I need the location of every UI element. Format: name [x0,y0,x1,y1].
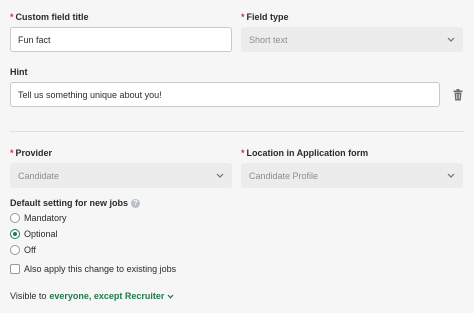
default-setting-label: Default setting for new jobs ? [10,198,141,208]
section-divider [10,131,464,132]
provider-label: * Provider [10,148,53,158]
radio-option-mandatory[interactable]: Mandatory [10,213,67,223]
radio-button[interactable] [10,245,20,255]
trash-icon[interactable] [453,89,463,101]
chevron-down-icon [447,37,455,42]
radio-option-optional[interactable]: Optional [10,229,58,239]
chevron-down-icon [447,173,455,178]
hint-label: Hint [10,67,28,77]
apply-existing-jobs-checkbox[interactable]: Also apply this change to existing jobs [10,264,176,274]
chevron-down-icon [216,173,224,178]
visibility-line: Visible to everyone, except Recruiter [10,291,174,301]
radio-button[interactable] [10,213,20,223]
radio-option-off[interactable]: Off [10,245,36,255]
chevron-down-icon [167,294,174,299]
hint-input[interactable]: Tell us something unique about you! [10,82,440,107]
field-type-label: * Field type [241,12,289,22]
provider-select[interactable]: Candidate [10,163,232,188]
location-label: * Location in Application form [241,148,369,158]
visibility-dropdown[interactable]: everyone, except Recruiter [49,291,174,301]
checkbox[interactable] [10,264,20,274]
help-icon[interactable]: ? [131,198,141,208]
location-select[interactable]: Candidate Profile [241,163,463,188]
custom-field-title-input[interactable]: Fun fact [10,27,232,52]
radio-button-selected[interactable] [10,229,20,239]
custom-field-title-label: * Custom field title [10,12,89,22]
field-type-select[interactable]: Short text [241,27,463,52]
